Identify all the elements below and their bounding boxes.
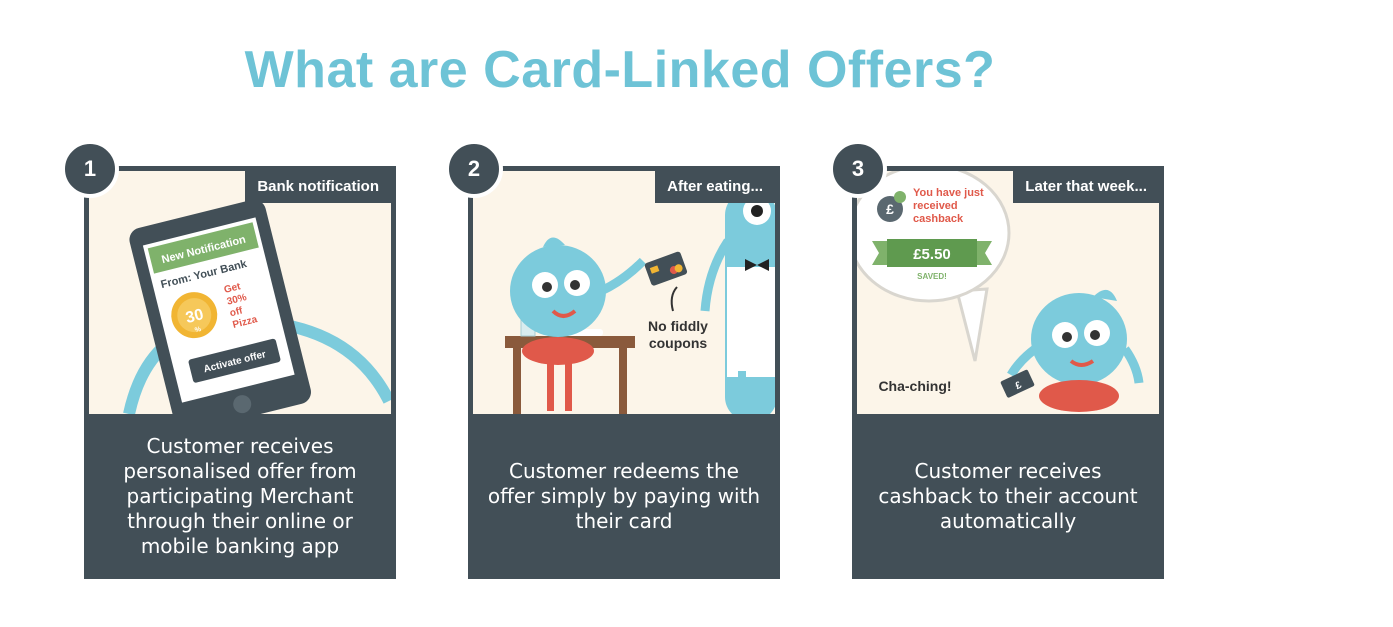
cashback-amount: £5.50 <box>913 246 951 263</box>
page-title: What are Card-Linked Offers? <box>244 41 996 99</box>
step-1-illustration: New Notification From: Your Bank 30 % Ge… <box>89 171 391 414</box>
cha-ching-label: Cha-ching! <box>878 378 951 394</box>
step-2-caption: Customer redeems the offer simply by pay… <box>487 459 761 533</box>
svg-text:cashback: cashback <box>913 213 964 225</box>
step-3-caption: Customer receives cashback to their acco… <box>878 459 1138 533</box>
step-2-panel: No fiddly coupons After eating... Custom… <box>468 166 780 579</box>
step-2-number: 2 <box>445 140 503 198</box>
step-1-number: 1 <box>61 140 119 198</box>
step-3-panel: £ You have just received cashback £5.50 … <box>852 166 1164 579</box>
svg-text:You have just: You have just <box>913 187 984 199</box>
step-2-illustration: No fiddly coupons After eating... <box>473 171 775 414</box>
svg-text:received: received <box>913 200 958 212</box>
payment-card-icon <box>644 251 688 286</box>
step-3-illustration: £ You have just received cashback £5.50 … <box>857 171 1159 414</box>
mobile-phone-icon: £ <box>1000 369 1035 398</box>
customer-creature-icon <box>1007 289 1144 412</box>
step-3-tag: Later that week... <box>1013 171 1159 203</box>
step-1-caption: Customer receives personalised offer fro… <box>123 434 357 558</box>
svg-text:coupons: coupons <box>649 335 708 351</box>
step-2-tag: After eating... <box>655 171 775 203</box>
svg-text:SAVED!: SAVED! <box>917 272 947 281</box>
phone-icon: New Notification From: Your Bank 30 % Ge… <box>129 199 311 414</box>
step-3-number: 3 <box>829 140 887 198</box>
waiter-creature-icon <box>700 191 775 414</box>
step-1-panel: New Notification From: Your Bank 30 % Ge… <box>84 166 396 579</box>
no-fiddly-coupons-note: No fiddly <box>648 318 708 334</box>
step-1-tag: Bank notification <box>245 171 391 203</box>
svg-text:£: £ <box>886 201 894 217</box>
